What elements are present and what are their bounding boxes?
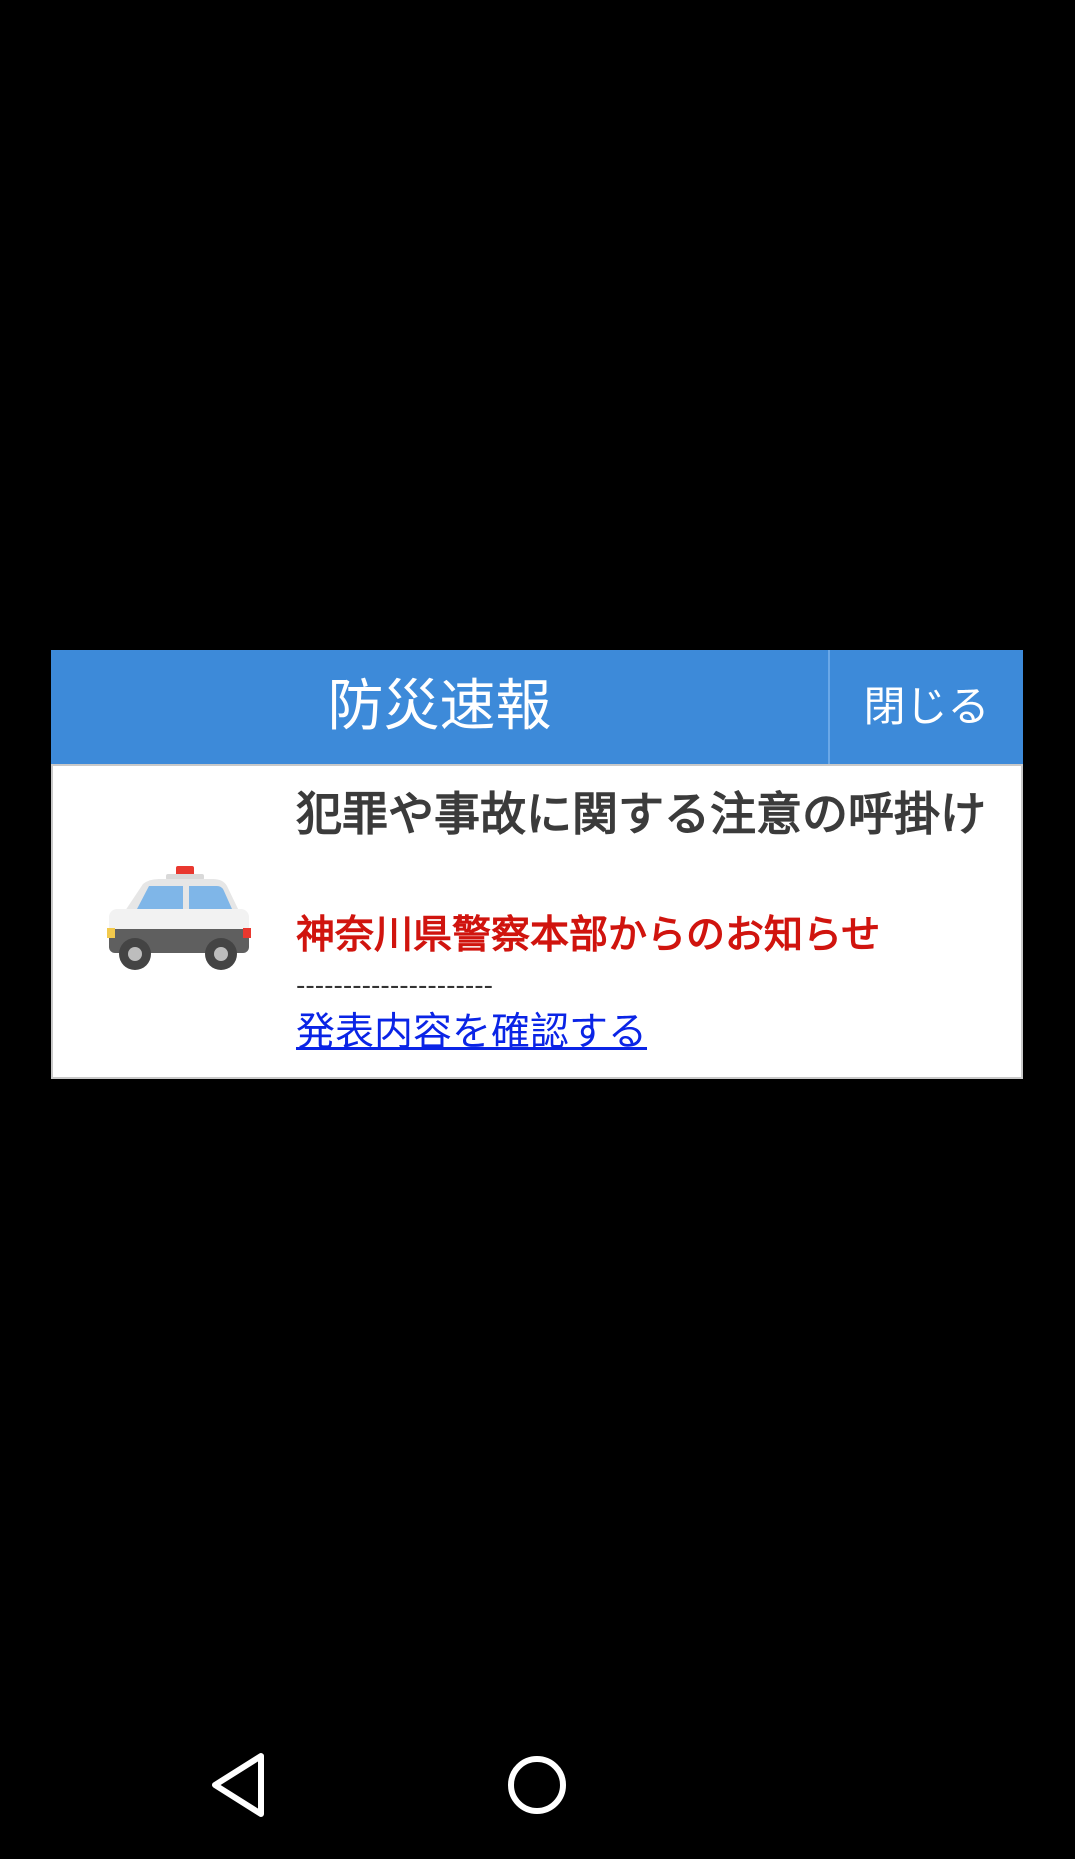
police-car-icon	[107, 866, 251, 970]
dialog-body: 犯罪や事故に関する注意の呼掛け 神奈川県警察本部からのお知らせ --------…	[51, 764, 1023, 1079]
separator-line: ---------------------	[296, 971, 494, 1001]
alert-source: 神奈川県警察本部からのお知らせ	[296, 913, 881, 958]
back-triangle-icon[interactable]	[205, 1750, 275, 1820]
home-circle-icon[interactable]	[502, 1750, 572, 1820]
screen: 防災速報 閉じる 犯罪や事故に関する注意の呼掛け 神奈川県警察本部からのお知らせ…	[0, 0, 1075, 1859]
alert-title: 犯罪や事故に関する注意の呼掛け	[296, 787, 986, 841]
dialog-title: 防災速報	[327, 674, 552, 739]
dialog-header: 防災速報 閉じる	[51, 650, 1023, 764]
disaster-alert-dialog: 防災速報 閉じる 犯罪や事故に関する注意の呼掛け 神奈川県警察本部からのお知らせ…	[51, 650, 1023, 1079]
navigation-bar	[0, 1730, 1075, 1859]
confirm-announcement-link[interactable]: 発表内容を確認する	[296, 1008, 647, 1058]
close-button[interactable]: 閉じる	[830, 650, 1023, 764]
